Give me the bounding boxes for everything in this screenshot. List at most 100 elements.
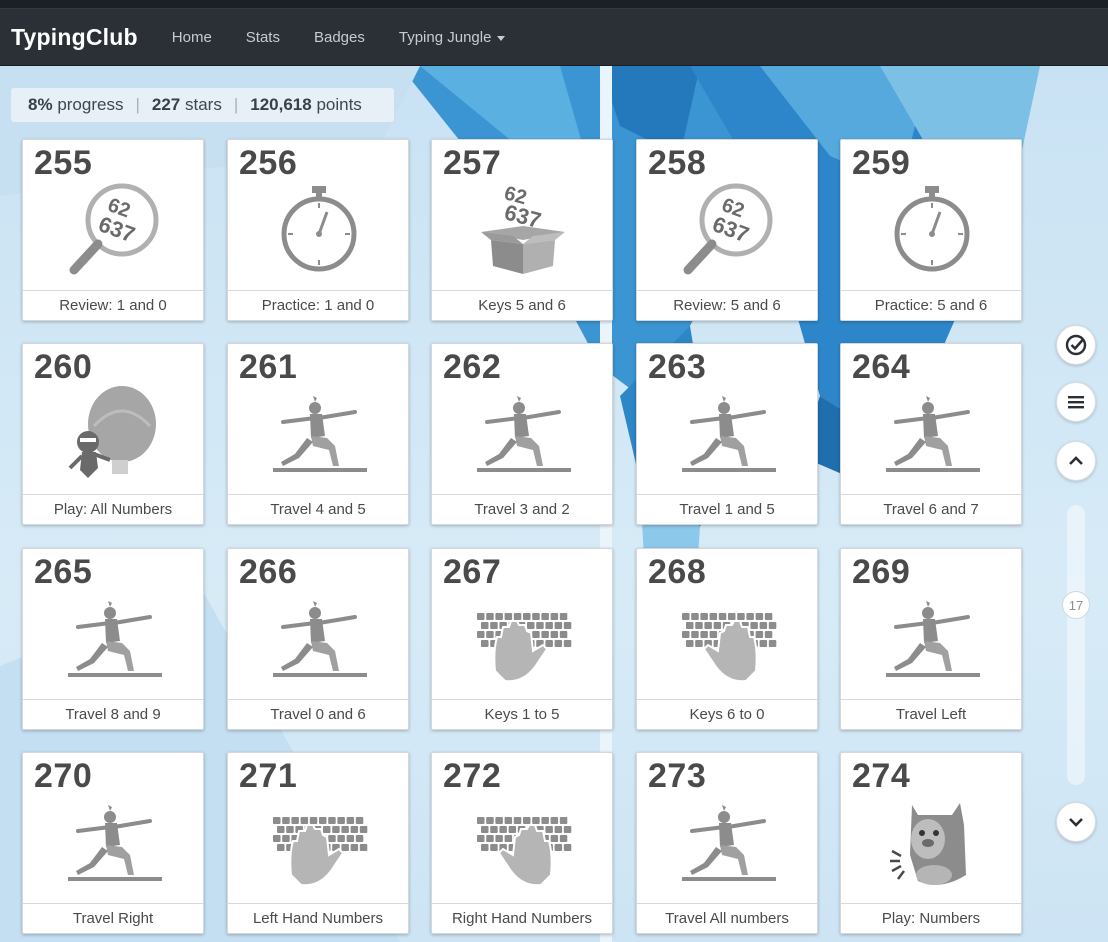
lesson-title: Travel 0 and 6: [270, 706, 366, 723]
lesson-title: Keys 1 to 5: [484, 706, 560, 723]
lesson-number: 258: [648, 144, 707, 182]
points-count: 120,618: [250, 95, 312, 114]
lesson-title: Right Hand Numbers: [451, 910, 593, 927]
lesson-title: Review: 5 and 6: [673, 297, 781, 314]
lesson-title: Left Hand Numbers: [252, 910, 384, 927]
box-digits-icon: 62 637: [473, 182, 573, 282]
lunge-figure-icon: [678, 795, 778, 895]
lesson-number: 270: [34, 757, 93, 795]
lunge-figure-icon: [882, 386, 982, 486]
stopwatch-icon: [269, 182, 369, 282]
lesson-title: Practice: 5 and 6: [874, 297, 988, 314]
lesson-title: Practice: 1 and 0: [261, 297, 375, 314]
check-circle-icon: [1065, 334, 1087, 356]
lesson-number: 265: [34, 553, 93, 591]
scroll-thumb[interactable]: 17: [1062, 591, 1090, 619]
lesson-card[interactable]: 258 62 637 Review: 5 and 6: [636, 139, 818, 321]
lesson-number: 271: [239, 757, 298, 795]
lunge-figure-icon: [882, 591, 982, 691]
lesson-title: Play: All Numbers: [53, 501, 173, 518]
lesson-card[interactable]: 274 Play: Numbers: [840, 752, 1022, 934]
lesson-number: 261: [239, 348, 298, 386]
stars-label: stars: [184, 95, 222, 114]
lesson-title: Travel All numbers: [665, 910, 789, 927]
lesson-number: 273: [648, 757, 707, 795]
lunge-figure-icon: [269, 591, 369, 691]
lesson-card[interactable]: 263 Travel 1 and 5: [636, 343, 818, 525]
scroll-down-button[interactable]: [1056, 802, 1096, 842]
lesson-title: Keys 5 and 6: [478, 297, 566, 314]
window-top-strip: [0, 0, 1108, 9]
lesson-card[interactable]: 265 Travel 8 and 9: [22, 548, 204, 730]
lesson-number: 266: [239, 553, 298, 591]
keyboard-left-hand-icon: [473, 591, 573, 691]
lesson-card[interactable]: 266 Travel 0 and 6: [227, 548, 409, 730]
lesson-card[interactable]: 264 Travel 6 and 7: [840, 343, 1022, 525]
chevron-down-icon: [1069, 818, 1083, 827]
lesson-card[interactable]: 272 Right Hand Numbers: [431, 752, 613, 934]
lunge-figure-icon: [269, 386, 369, 486]
monster-icon: [882, 795, 982, 895]
brand-logo[interactable]: TypingClub: [11, 24, 138, 51]
lesson-title: Travel 4 and 5: [270, 501, 366, 518]
lesson-number: 269: [852, 553, 911, 591]
lesson-card[interactable]: 257 62 637 Keys 5 and 6: [431, 139, 613, 321]
stars-count: 227: [151, 95, 181, 114]
balloon-ninja-icon: [64, 386, 164, 486]
lesson-card[interactable]: 267 Keys 1 to 5: [431, 548, 613, 730]
scroll-track[interactable]: [1067, 505, 1085, 785]
nav-home-link[interactable]: Home: [172, 29, 212, 46]
lesson-number: 257: [443, 144, 502, 182]
completed-lessons-button[interactable]: [1056, 325, 1096, 365]
lesson-number: 274: [852, 757, 911, 795]
lesson-card[interactable]: 268 Keys 6 to 0: [636, 548, 818, 730]
caret-down-icon: [497, 35, 506, 41]
lesson-title: Travel Right: [72, 910, 154, 927]
lesson-number: 267: [443, 553, 502, 591]
lunge-figure-icon: [64, 591, 164, 691]
lesson-card[interactable]: 269 Travel Left: [840, 548, 1022, 730]
lesson-card[interactable]: 259 Practice: 5 and 6: [840, 139, 1022, 321]
magnifier-digits-icon: 62 637: [64, 182, 164, 282]
lesson-card[interactable]: 256 Practice: 1 and 0: [227, 139, 409, 321]
progress-summary: 8% progress | 227 stars | 120,618 points: [11, 88, 394, 122]
scroll-up-button[interactable]: [1056, 441, 1096, 481]
lesson-title: Travel 6 and 7: [883, 501, 979, 518]
lesson-title: Travel 1 and 5: [679, 501, 775, 518]
lesson-title: Review: 1 and 0: [59, 297, 167, 314]
chevron-up-icon: [1069, 456, 1083, 465]
lesson-card[interactable]: 273 Travel All numbers: [636, 752, 818, 934]
lesson-number: 264: [852, 348, 911, 386]
lesson-card[interactable]: 262 Travel 3 and 2: [431, 343, 613, 525]
separator: |: [233, 95, 239, 114]
lesson-number: 255: [34, 144, 93, 182]
lesson-number: 272: [443, 757, 502, 795]
lesson-title: Travel Left: [895, 706, 967, 723]
lesson-card[interactable]: 261 Travel 4 and 5: [227, 343, 409, 525]
keyboard-right-hand-icon: [678, 591, 778, 691]
progress-percent: 8%: [28, 95, 53, 114]
nav-badges-link[interactable]: Badges: [314, 29, 365, 46]
lesson-number: 256: [239, 144, 298, 182]
nav-program-dropdown[interactable]: Typing Jungle: [399, 29, 506, 46]
lesson-title: Play: Numbers: [881, 910, 981, 927]
lesson-number: 260: [34, 348, 93, 386]
lesson-card[interactable]: 271 Left Hand Numbers: [227, 752, 409, 934]
lunge-figure-icon: [678, 386, 778, 486]
lesson-card[interactable]: 260 Play: All Numbers: [22, 343, 204, 525]
menu-button[interactable]: [1056, 382, 1096, 422]
nav-stats-link[interactable]: Stats: [246, 29, 280, 46]
separator: |: [135, 95, 140, 114]
lesson-card[interactable]: 255 62 637 Review: 1 and 0: [22, 139, 204, 321]
points-label: points: [316, 95, 362, 114]
lesson-card[interactable]: 270 Travel Right: [22, 752, 204, 934]
navbar: TypingClub Home Stats Badges Typing Jung…: [0, 9, 1108, 66]
nav-program-label: Typing Jungle: [398, 28, 492, 46]
lesson-number: 263: [648, 348, 707, 386]
lunge-figure-icon: [473, 386, 573, 486]
lesson-title: Keys 6 to 0: [689, 706, 765, 723]
progress-label: progress: [57, 95, 124, 114]
keyboard-right-hand-icon: [473, 795, 573, 895]
lesson-number: 259: [852, 144, 911, 182]
stopwatch-icon: [882, 182, 982, 282]
